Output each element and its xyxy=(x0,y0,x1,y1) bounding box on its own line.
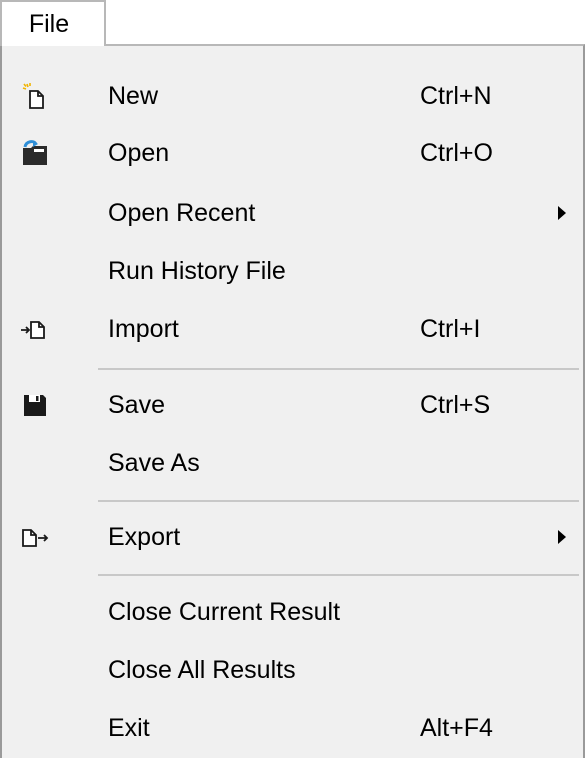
menu-item-label: Close Current Result xyxy=(108,597,341,626)
menu-item-label: Save xyxy=(108,390,165,419)
file-menu-tab[interactable]: File xyxy=(0,0,106,46)
menu-item-label: Save As xyxy=(108,448,200,477)
menu-item-close-all-results[interactable]: Close All Results xyxy=(2,644,583,696)
menu-separator xyxy=(98,500,579,502)
menu-item-import[interactable]: Import Ctrl+I xyxy=(2,303,583,355)
file-dropdown-menu: New Ctrl+N Open Ctrl+O Open Recent Run H… xyxy=(0,44,585,758)
menu-item-close-current-result[interactable]: Close Current Result xyxy=(2,586,583,638)
menu-item-export[interactable]: Export xyxy=(2,511,583,563)
menu-item-new[interactable]: New Ctrl+N xyxy=(2,70,583,122)
menu-item-open-recent[interactable]: Open Recent xyxy=(2,187,583,239)
menu-separator xyxy=(98,574,579,576)
menu-item-shortcut: Ctrl+S xyxy=(420,390,491,419)
import-icon xyxy=(20,314,50,344)
open-folder-icon xyxy=(20,138,50,168)
menu-item-label: Close All Results xyxy=(108,655,296,684)
menu-item-shortcut: Ctrl+N xyxy=(420,81,492,110)
tab-left-border xyxy=(0,0,2,46)
menu-item-save[interactable]: Save Ctrl+S xyxy=(2,379,583,431)
menu-item-label: Run History File xyxy=(108,256,286,285)
menu-item-label: Exit xyxy=(108,713,150,742)
menu-item-shortcut: Ctrl+I xyxy=(420,314,481,343)
submenu-arrow-icon xyxy=(558,530,566,544)
menu-item-label: Import xyxy=(108,314,179,343)
menu-item-label: Export xyxy=(108,522,181,551)
new-file-icon xyxy=(20,81,50,111)
save-disk-icon xyxy=(20,390,50,420)
menu-item-shortcut: Ctrl+O xyxy=(420,138,493,167)
file-menu-label: File xyxy=(28,9,70,38)
submenu-arrow-icon xyxy=(558,206,566,220)
menu-item-label: New xyxy=(108,81,159,110)
menu-item-label: Open xyxy=(108,138,170,167)
export-icon xyxy=(20,522,50,552)
menu-separator xyxy=(98,368,579,370)
menu-item-open[interactable]: Open Ctrl+O xyxy=(2,127,583,179)
menu-item-label: Open Recent xyxy=(108,198,256,227)
menu-item-shortcut: Alt+F4 xyxy=(420,713,493,742)
menu-item-save-as[interactable]: Save As xyxy=(2,437,583,489)
menu-item-exit[interactable]: Exit Alt+F4 xyxy=(2,702,583,754)
menu-item-run-history-file[interactable]: Run History File xyxy=(2,245,583,297)
